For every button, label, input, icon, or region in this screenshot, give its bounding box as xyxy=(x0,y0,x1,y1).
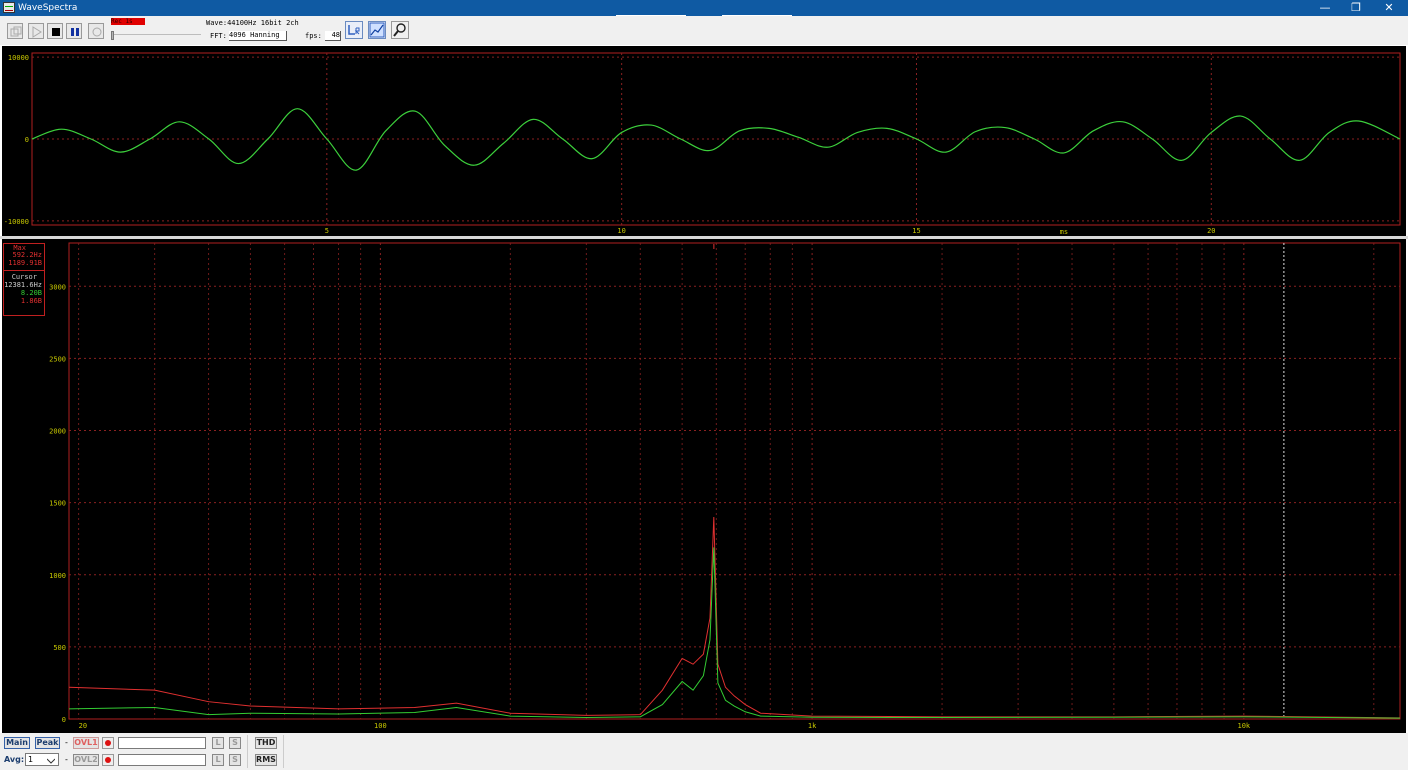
y-tick-label: 1000 xyxy=(49,572,66,580)
x-tick-label: 20 xyxy=(79,722,87,730)
refresh-button[interactable] xyxy=(88,23,104,39)
x-tick-label: 1k xyxy=(808,722,817,730)
max-frequency: 592.2Hz xyxy=(12,251,42,259)
cursor-value-green: 8.20B xyxy=(20,289,42,297)
restore-button[interactable]: ❐ xyxy=(1342,0,1370,16)
spectrum-red-line xyxy=(68,517,1401,719)
y-tick-label: 10000 xyxy=(8,54,29,62)
x-tick-label: 10 xyxy=(617,227,625,235)
x-tick-label: 15 xyxy=(912,227,920,235)
avg-select[interactable]: 1 xyxy=(25,753,59,766)
spectrum-settings-button[interactable] xyxy=(368,21,386,39)
window-title: WaveSpectra xyxy=(18,3,78,13)
copy-button[interactable] xyxy=(7,23,23,39)
y-tick-label: 2000 xyxy=(49,428,66,436)
cursor-value-red: 1.86B xyxy=(20,297,42,305)
stop-icon xyxy=(52,28,60,36)
cursor-frequency: 12381.6Hz xyxy=(4,281,42,289)
spectrum-settings-icon xyxy=(369,22,385,38)
ovl2-s-button[interactable]: S xyxy=(229,754,241,766)
x-tick-label: 10k xyxy=(1238,722,1251,730)
dash-label: - xyxy=(65,755,68,764)
spectrum-green-line xyxy=(68,547,1401,719)
lr-channel-icon xyxy=(348,25,360,35)
y-tick-label: 0 xyxy=(62,716,66,724)
close-button[interactable]: ✕ xyxy=(1375,0,1403,16)
info-divider xyxy=(4,270,44,271)
ovl1-button[interactable]: OVL1 xyxy=(73,737,99,749)
play-icon xyxy=(32,26,42,38)
x-tick-label: 100 xyxy=(374,722,387,730)
minimize-button[interactable]: — xyxy=(1311,0,1339,16)
pause-button[interactable] xyxy=(66,23,82,39)
y-tick-label: -10000 xyxy=(4,218,29,226)
pause-icon xyxy=(71,28,79,36)
thd-button[interactable]: THD xyxy=(255,737,277,749)
fps-label: fps: xyxy=(305,32,322,40)
waveform-panel[interactable]: 10000 0 -10000 5 10 15 20 ms xyxy=(2,46,1406,236)
fft-field[interactable]: 4096 Hanning xyxy=(229,31,287,41)
dash-label: - xyxy=(65,738,68,747)
play-button[interactable] xyxy=(28,23,44,39)
record-badge: Rec 1s xyxy=(111,18,145,25)
max-value: 1189.91B xyxy=(8,259,42,267)
fft-label: FFT: xyxy=(210,32,227,40)
ovl1-s-button[interactable]: S xyxy=(229,737,241,749)
avg-label: Avg: xyxy=(4,755,25,764)
main-button[interactable]: Main xyxy=(4,737,30,749)
y-tick-label: 500 xyxy=(53,644,66,652)
y-tick-label: 2500 xyxy=(49,355,66,363)
waveform-chart: 10000 0 -10000 5 10 15 20 ms xyxy=(4,52,1401,236)
ovl1-l-button[interactable]: L xyxy=(212,737,224,749)
chevron-down-icon xyxy=(47,758,55,764)
bottom-divider xyxy=(247,735,248,768)
x-tick-label: 20 xyxy=(1207,227,1215,235)
rms-button[interactable]: RMS xyxy=(255,754,277,766)
copy-icon xyxy=(10,26,22,37)
wave-info: Wave:44100Hz 16bit 2ch xyxy=(206,19,299,27)
ovl2-l-button[interactable]: L xyxy=(212,754,224,766)
title-bar: WaveSpectra — ❐ ✕ xyxy=(0,0,1408,16)
y-tick-label: 1500 xyxy=(49,500,66,508)
slider-thumb[interactable] xyxy=(111,31,114,40)
app-icon xyxy=(3,2,15,13)
stop-button[interactable] xyxy=(47,23,63,39)
peak-info-box: Max 592.2Hz 1189.91B Cursor 12381.6Hz 8.… xyxy=(3,243,45,316)
ovl1-field[interactable] xyxy=(118,737,206,749)
bottom-divider xyxy=(283,735,284,768)
peak-button[interactable]: Peak xyxy=(35,737,60,749)
ovl2-button[interactable]: OVL2 xyxy=(73,754,99,766)
fps-field: 48 xyxy=(325,31,341,41)
y-tick-label: 3000 xyxy=(49,283,66,291)
ovl1-record-icon[interactable] xyxy=(102,737,114,749)
plot-frame xyxy=(68,242,1401,720)
zoom-button[interactable] xyxy=(391,21,409,39)
zoom-icon xyxy=(393,23,406,37)
x-unit-label: ms xyxy=(1060,228,1068,236)
lr-channel-button[interactable] xyxy=(345,21,363,39)
refresh-icon xyxy=(92,27,102,37)
volume-slider[interactable] xyxy=(113,34,201,35)
x-tick-label: 5 xyxy=(325,227,329,235)
ovl2-field[interactable] xyxy=(118,754,206,766)
spectrum-panel[interactable]: 3000 2500 2000 1500 1000 500 0 20 100 1k 10k xyxy=(2,239,1406,733)
y-tick-label: 0 xyxy=(25,136,29,144)
cursor-label: Cursor xyxy=(11,273,37,281)
ovl2-record-icon[interactable] xyxy=(102,754,114,766)
avg-value: 1 xyxy=(28,755,34,764)
spectrum-chart: 3000 2500 2000 1500 1000 500 0 20 100 1k 10k xyxy=(49,242,1401,730)
